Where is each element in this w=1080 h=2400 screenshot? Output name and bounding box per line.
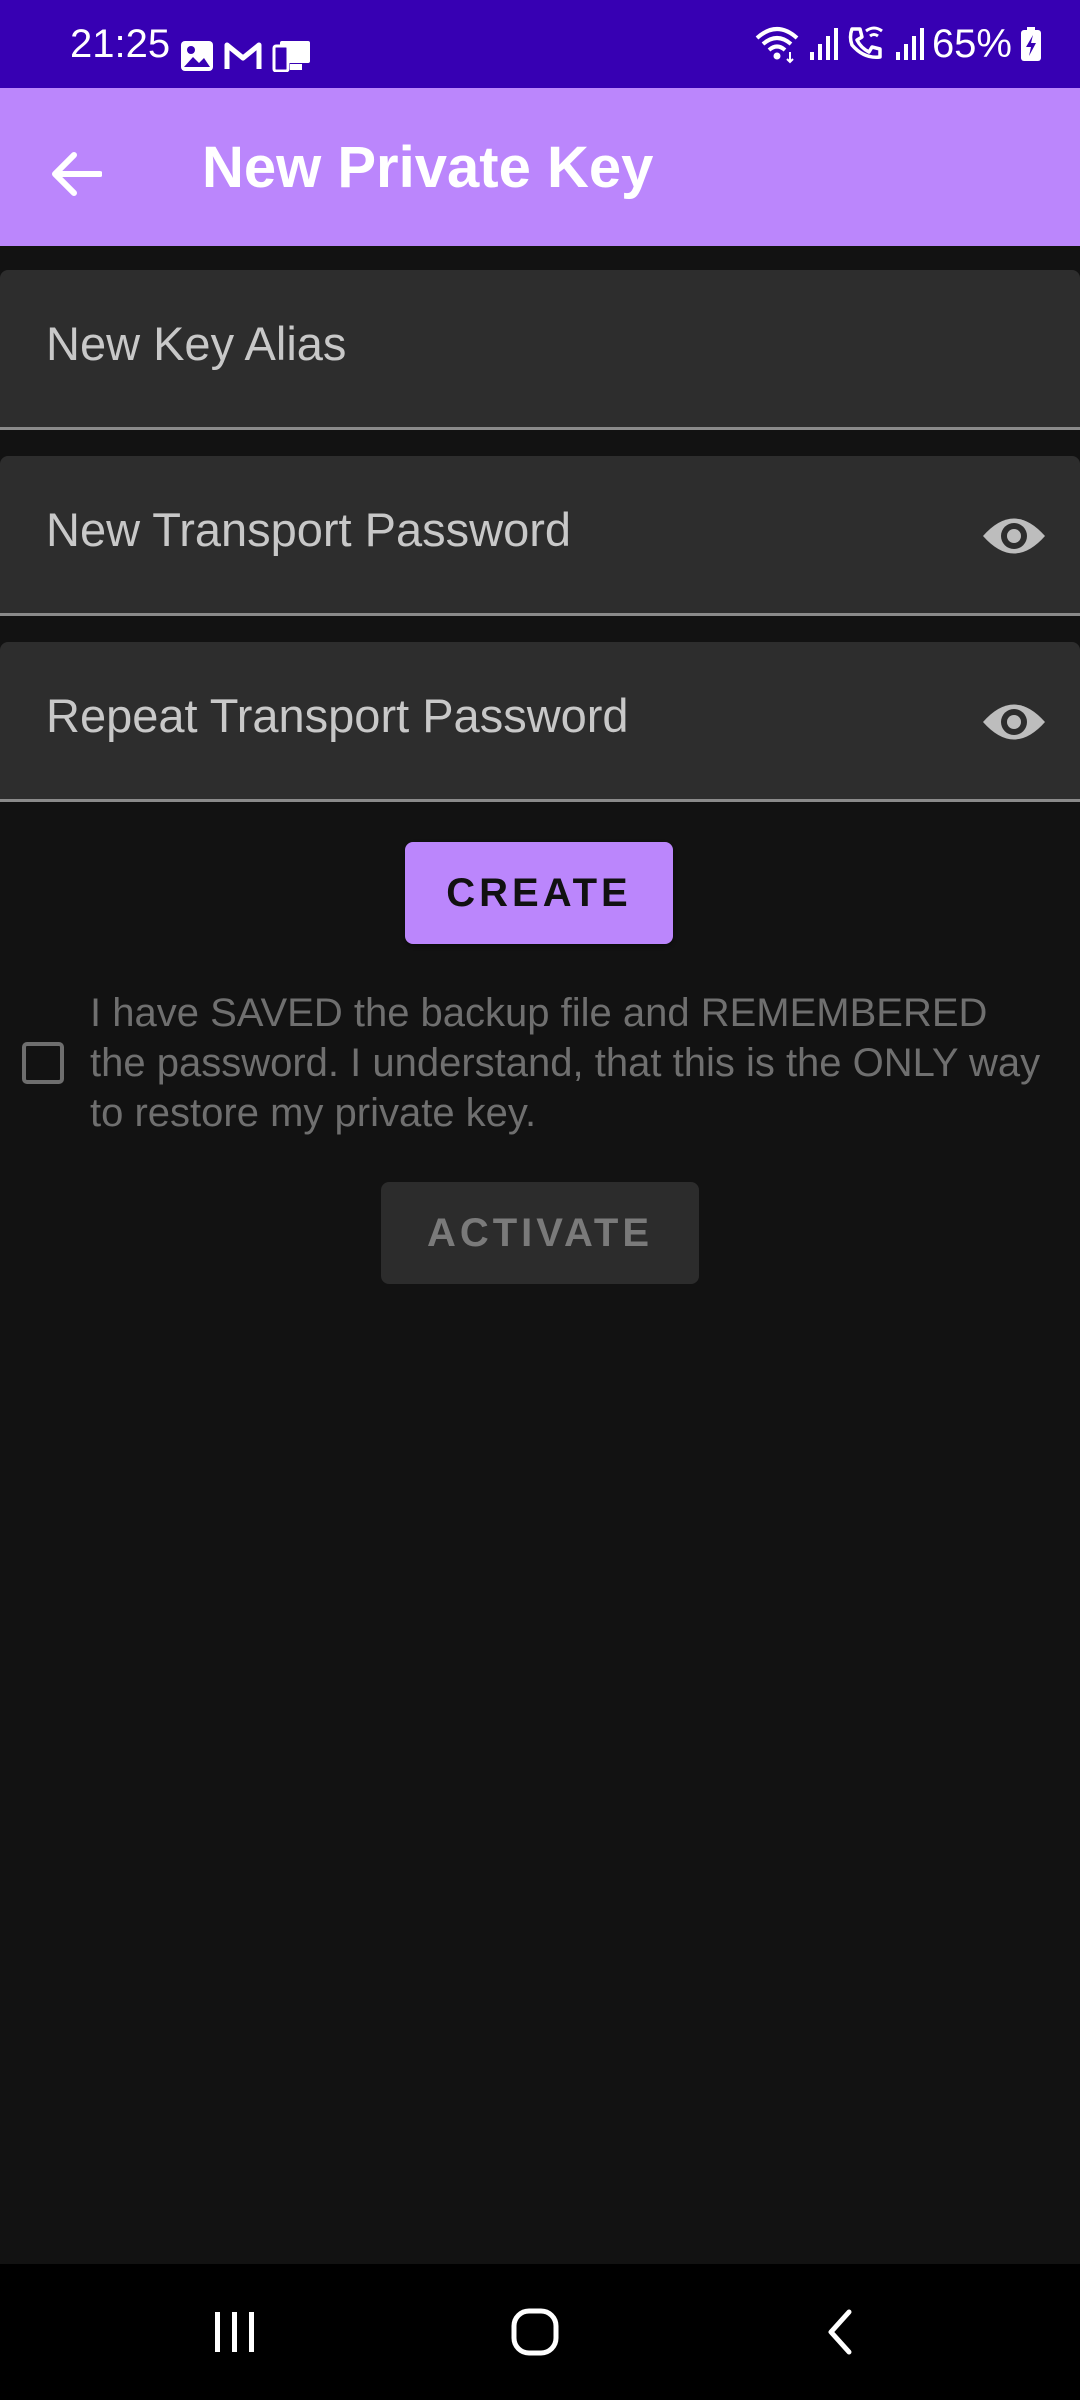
confirm-backup-label[interactable]: I have SAVED the backup file and REMEMBE…	[90, 988, 1050, 1138]
home-icon	[511, 2308, 559, 2356]
activate-button[interactable]: ACTIVATE	[381, 1182, 699, 1284]
signal-icon	[895, 28, 924, 60]
recents-button[interactable]	[190, 2292, 280, 2372]
wifi-calling-icon	[848, 26, 883, 59]
status-system-icons: 65%	[754, 16, 1042, 72]
back-button[interactable]	[36, 134, 116, 214]
repeat-password-placeholder: Repeat Transport Password	[46, 689, 629, 742]
eye-icon	[983, 518, 1045, 554]
eye-icon	[983, 704, 1045, 740]
status-notification-icons	[180, 40, 312, 72]
confirm-backup-checkbox[interactable]	[22, 1042, 64, 1084]
recents-icon	[215, 2312, 254, 2352]
signal-icon	[809, 28, 838, 60]
arrow-back-icon	[52, 152, 102, 196]
key-alias-field[interactable]: New Key Alias	[0, 270, 1080, 430]
battery-charging-icon	[1021, 27, 1041, 61]
key-alias-placeholder: New Key Alias	[46, 317, 347, 370]
phone-link-icon	[272, 41, 310, 72]
back-icon	[828, 2309, 852, 2355]
system-nav-bar	[0, 2264, 1080, 2400]
transport-password-field[interactable]: New Transport Password	[0, 456, 1080, 616]
screen: 21:25 65% New Private Key New Key Alias …	[0, 0, 1080, 2400]
wifi-icon	[755, 27, 799, 64]
repeat-password-field[interactable]: Repeat Transport Password	[0, 642, 1080, 802]
transport-password-placeholder: New Transport Password	[46, 503, 572, 556]
gallery-icon	[181, 41, 213, 71]
battery-percentage: 65%	[931, 22, 1012, 66]
create-button[interactable]: CREATE	[405, 842, 673, 944]
page-title: New Private Key	[202, 135, 654, 200]
gmail-icon	[224, 42, 262, 69]
status-time: 21:25	[70, 22, 171, 66]
app-bar: New Private Key	[0, 88, 1080, 246]
nav-back-button[interactable]	[795, 2292, 885, 2372]
home-button[interactable]	[490, 2292, 580, 2372]
toggle-repeat-password-visibility-button[interactable]	[978, 686, 1050, 758]
status-bar: 21:25 65%	[0, 0, 1080, 88]
toggle-password-visibility-button[interactable]	[978, 500, 1050, 572]
